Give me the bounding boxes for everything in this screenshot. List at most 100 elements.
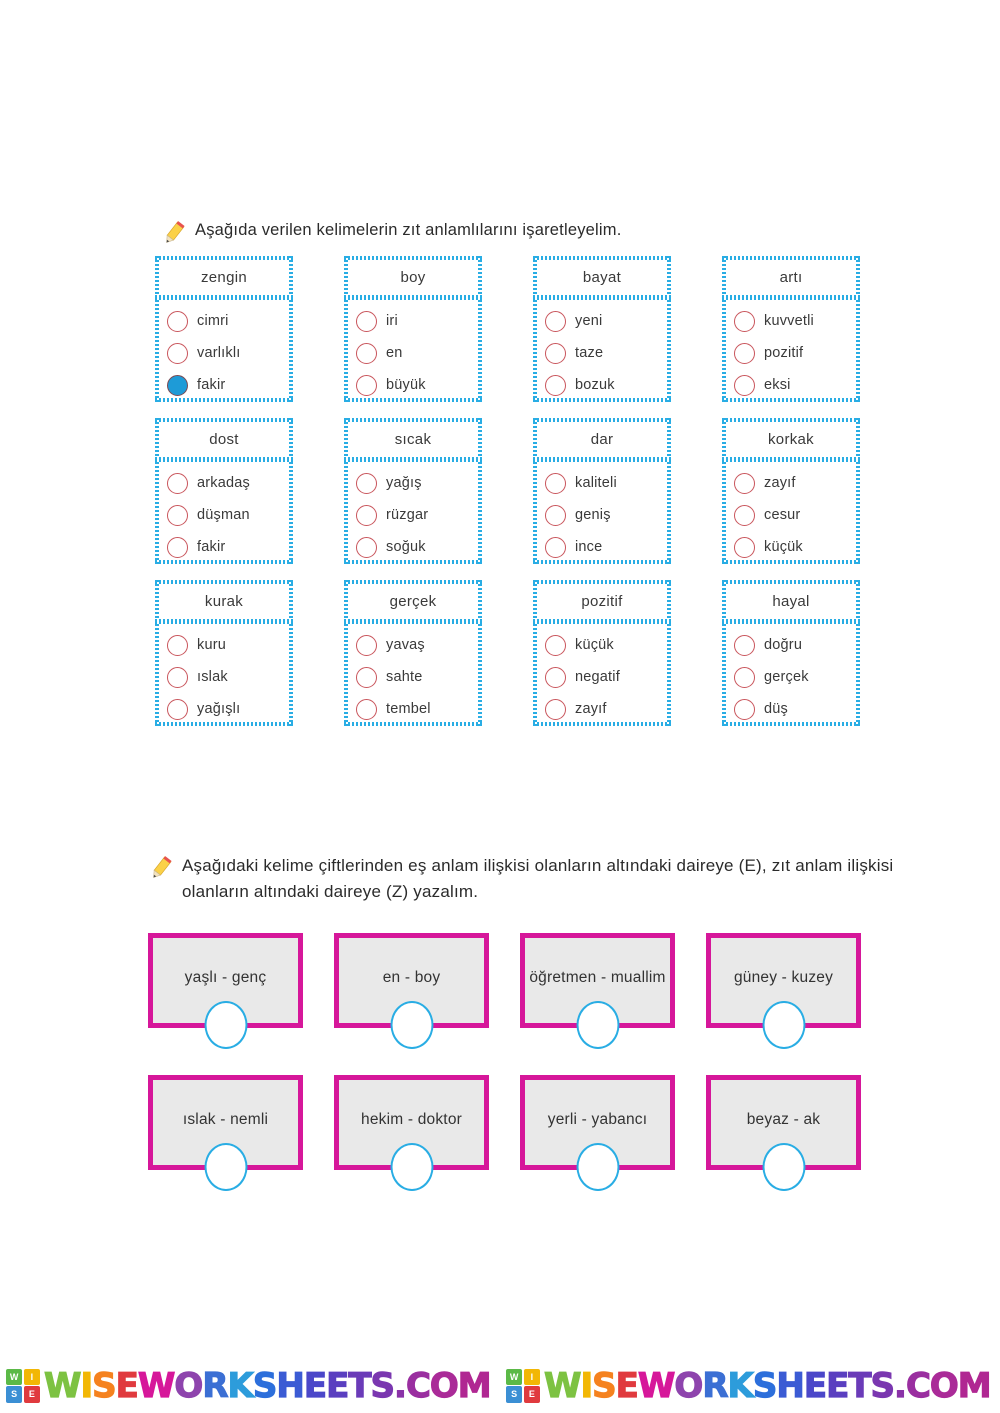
radio-option[interactable]: yağış — [356, 470, 479, 496]
radio-option[interactable]: iri — [356, 308, 479, 334]
radio-empty-icon[interactable] — [167, 666, 188, 688]
radio-empty-icon[interactable] — [734, 698, 755, 720]
radio-empty-icon[interactable] — [545, 536, 566, 558]
radio-empty-icon[interactable] — [167, 634, 188, 656]
radio-option[interactable]: düş — [734, 696, 857, 722]
radio-option[interactable]: ince — [545, 534, 668, 560]
radio-empty-icon[interactable] — [167, 698, 188, 720]
radio-option[interactable]: küçük — [545, 632, 668, 658]
antonym-card: dar kaliteli geniş ince — [533, 418, 671, 564]
radio-option[interactable]: zayıf — [734, 470, 857, 496]
radio-empty-icon[interactable] — [734, 342, 755, 364]
radio-empty-icon[interactable] — [734, 504, 755, 526]
watermark-letter: S — [752, 1365, 778, 1406]
radio-empty-icon[interactable] — [356, 666, 377, 688]
answer-circle-input[interactable] — [576, 1001, 619, 1049]
radio-empty-icon[interactable] — [167, 342, 188, 364]
radio-empty-icon[interactable] — [734, 472, 755, 494]
radio-option[interactable]: küçük — [734, 534, 857, 560]
radio-option[interactable]: cimri — [167, 308, 290, 334]
option-label: ince — [575, 539, 603, 555]
watermark-letter: M — [957, 1365, 992, 1406]
radio-selected-icon[interactable] — [167, 374, 188, 396]
answer-circle-input[interactable] — [390, 1001, 433, 1049]
radio-option[interactable]: en — [356, 340, 479, 366]
answer-circle-input[interactable] — [390, 1143, 433, 1191]
watermark-letter: W — [543, 1365, 582, 1406]
antonym-card: gerçek yavaş sahte tembel — [344, 580, 482, 726]
radio-option[interactable]: bozuk — [545, 372, 668, 398]
radio-option[interactable]: yavaş — [356, 632, 479, 658]
radio-empty-icon[interactable] — [545, 374, 566, 396]
radio-empty-icon[interactable] — [545, 698, 566, 720]
option-label: zayıf — [764, 475, 796, 491]
radio-option[interactable]: varlıklı — [167, 340, 290, 366]
antonym-card: bayat yeni taze bozuk — [533, 256, 671, 402]
radio-option[interactable]: kuvvetli — [734, 308, 857, 334]
radio-option[interactable]: fakir — [167, 534, 290, 560]
radio-empty-icon[interactable] — [356, 374, 377, 396]
option-label: pozitif — [764, 345, 804, 361]
card-options-list: kaliteli geniş ince — [536, 462, 668, 560]
radio-empty-icon[interactable] — [734, 310, 755, 332]
radio-empty-icon[interactable] — [545, 342, 566, 364]
radio-option[interactable]: tembel — [356, 696, 479, 722]
radio-option[interactable]: yağışlı — [167, 696, 290, 722]
card-options-list: arkadaş düşman fakir — [158, 462, 290, 560]
radio-empty-icon[interactable] — [545, 310, 566, 332]
radio-option[interactable]: eksi — [734, 372, 857, 398]
radio-option[interactable]: yeni — [545, 308, 668, 334]
answer-circle-input[interactable] — [204, 1143, 247, 1191]
radio-option[interactable]: fakir — [167, 372, 290, 398]
radio-empty-icon[interactable] — [167, 504, 188, 526]
radio-option[interactable]: rüzgar — [356, 502, 479, 528]
answer-circle-input[interactable] — [576, 1143, 619, 1191]
radio-empty-icon[interactable] — [545, 472, 566, 494]
radio-empty-icon[interactable] — [734, 374, 755, 396]
radio-empty-icon[interactable] — [545, 504, 566, 526]
radio-option[interactable]: gerçek — [734, 664, 857, 690]
radio-empty-icon[interactable] — [545, 634, 566, 656]
radio-empty-icon[interactable] — [734, 634, 755, 656]
radio-option[interactable]: pozitif — [734, 340, 857, 366]
radio-empty-icon[interactable] — [356, 504, 377, 526]
radio-option[interactable]: kaliteli — [545, 470, 668, 496]
radio-empty-icon[interactable] — [356, 310, 377, 332]
radio-empty-icon[interactable] — [734, 536, 755, 558]
radio-empty-icon[interactable] — [356, 342, 377, 364]
watermark-letter: M — [457, 1365, 492, 1406]
radio-empty-icon[interactable] — [356, 698, 377, 720]
radio-option[interactable]: doğru — [734, 632, 857, 658]
antonym-cards-grid: zengin cimri varlıklı fakir boy iri en büyük bay… — [155, 256, 861, 726]
radio-empty-icon[interactable] — [356, 536, 377, 558]
radio-option[interactable]: taze — [545, 340, 668, 366]
radio-empty-icon[interactable] — [167, 472, 188, 494]
radio-option[interactable]: büyük — [356, 372, 479, 398]
radio-option[interactable]: negatif — [545, 664, 668, 690]
radio-empty-icon[interactable] — [356, 472, 377, 494]
radio-option[interactable]: geniş — [545, 502, 668, 528]
radio-empty-icon[interactable] — [167, 310, 188, 332]
radio-option[interactable]: kuru — [167, 632, 290, 658]
radio-option[interactable]: sahte — [356, 664, 479, 690]
radio-option[interactable]: düşman — [167, 502, 290, 528]
radio-empty-icon[interactable] — [167, 536, 188, 558]
radio-option[interactable]: cesur — [734, 502, 857, 528]
answer-circle-input[interactable] — [204, 1001, 247, 1049]
antonym-card: sıcak yağış rüzgar soğuk — [344, 418, 482, 564]
radio-option[interactable]: ıslak — [167, 664, 290, 690]
watermark-letter: S — [870, 1365, 896, 1406]
watermark-letter: E — [115, 1365, 139, 1406]
answer-circle-input[interactable] — [762, 1143, 805, 1191]
radio-empty-icon[interactable] — [545, 666, 566, 688]
radio-option[interactable]: arkadaş — [167, 470, 290, 496]
radio-option[interactable]: soğuk — [356, 534, 479, 560]
answer-circle-input[interactable] — [762, 1001, 805, 1049]
antonym-card: zengin cimri varlıklı fakir — [155, 256, 293, 402]
radio-empty-icon[interactable] — [734, 666, 755, 688]
option-label: bozuk — [575, 377, 615, 393]
instruction-text-2: Aşağıdaki kelime çiftlerinden eş anlam i… — [182, 856, 894, 902]
radio-empty-icon[interactable] — [356, 634, 377, 656]
word-pair-box: hekim - doktor — [334, 1075, 489, 1191]
radio-option[interactable]: zayıf — [545, 696, 668, 722]
